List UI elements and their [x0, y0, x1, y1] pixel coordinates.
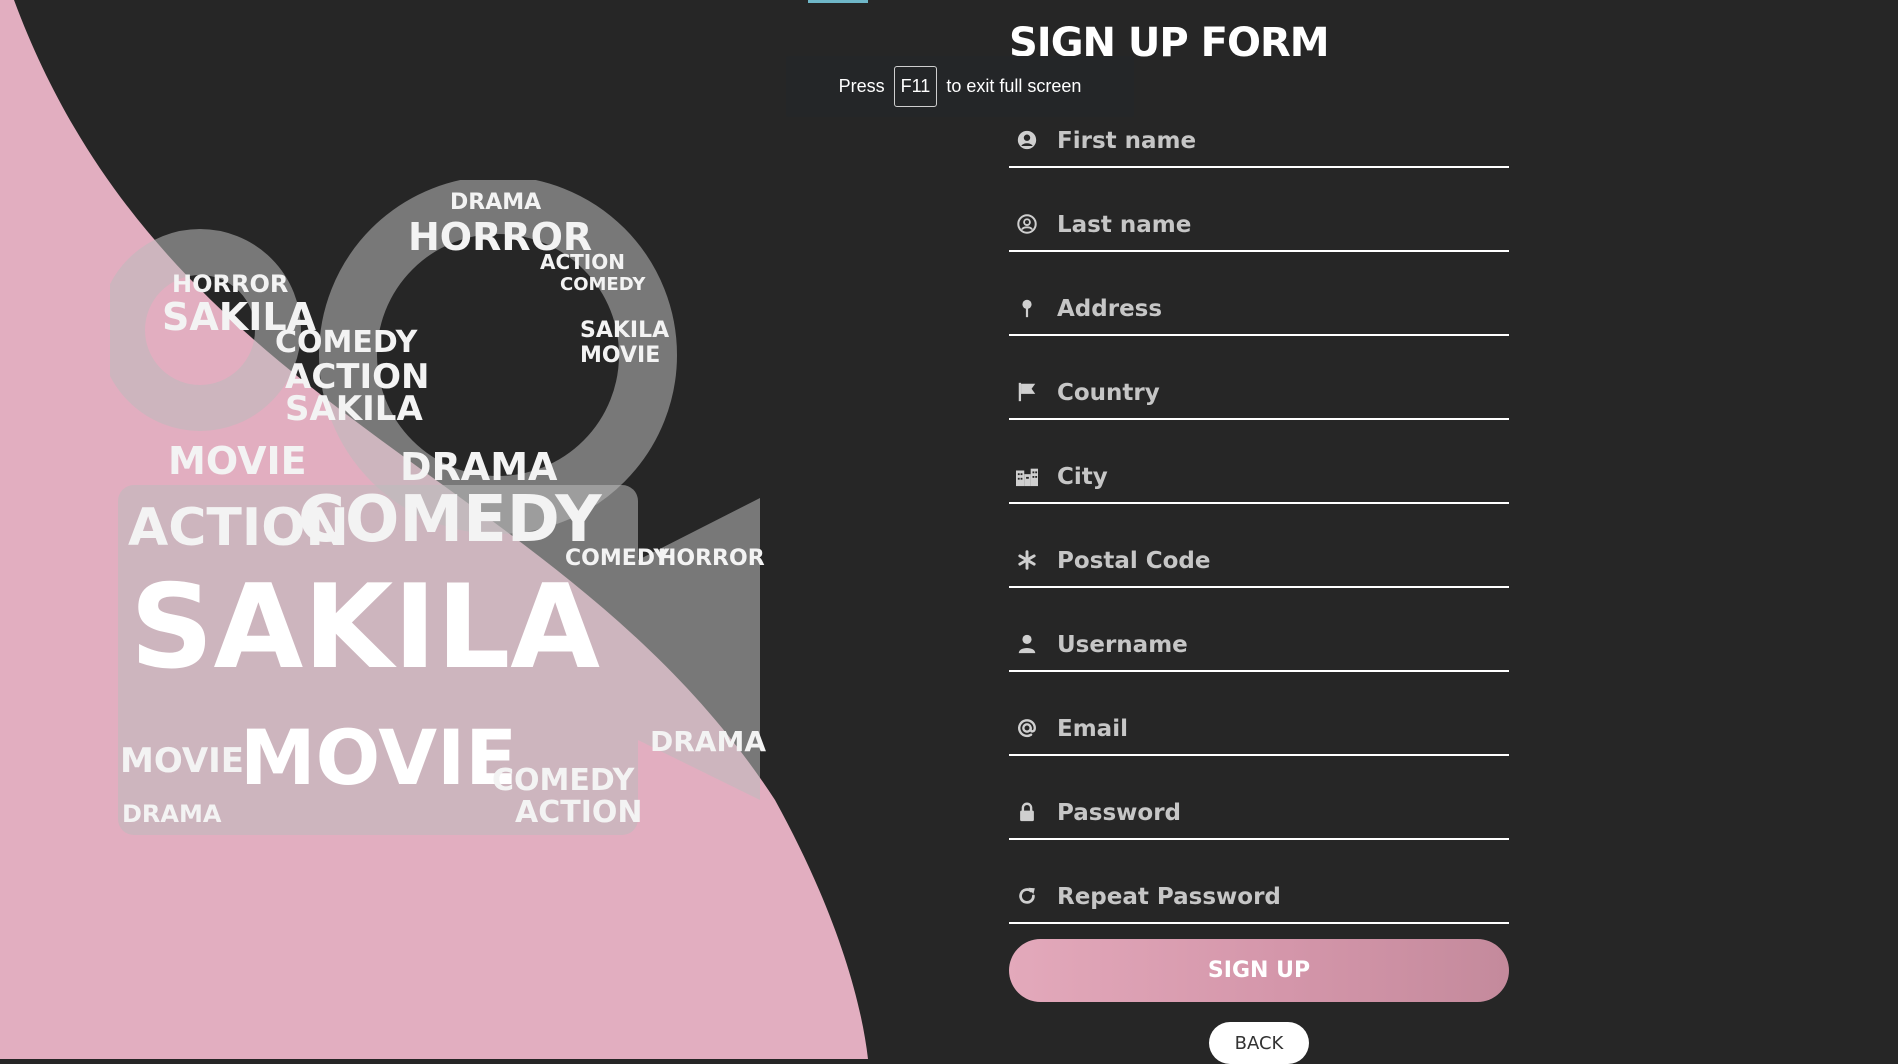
fullscreen-notice-prefix: Press — [838, 76, 885, 96]
city-field — [1009, 420, 1509, 504]
cloud-word: DRAMA — [122, 800, 222, 828]
lock-icon — [1015, 800, 1039, 824]
last-name-field — [1009, 168, 1509, 252]
username-input[interactable] — [1055, 628, 1499, 662]
repeat-password-field — [1009, 840, 1509, 924]
cloud-word: COMEDY — [560, 274, 646, 295]
user-icon — [1015, 632, 1039, 656]
email-input[interactable] — [1055, 712, 1499, 746]
user-circle-outline-icon — [1015, 212, 1039, 236]
fullscreen-notice: Press F11 to exit full screen — [786, 56, 1134, 117]
cloud-word: ACTION — [515, 795, 643, 830]
address-input[interactable] — [1055, 292, 1499, 326]
fullscreen-notice-suffix: to exit full screen — [946, 76, 1082, 96]
repeat-password-input[interactable] — [1055, 880, 1499, 914]
city-icon — [1015, 464, 1039, 488]
country-field — [1009, 336, 1509, 420]
username-field — [1009, 588, 1509, 672]
first-name-input[interactable] — [1055, 124, 1499, 158]
cloud-word: MOVIE — [240, 713, 518, 802]
password-input[interactable] — [1055, 796, 1499, 830]
f11-key-badge: F11 — [893, 66, 938, 107]
cloud-word: COMEDY — [298, 483, 602, 557]
address-field — [1009, 252, 1509, 336]
at-icon — [1015, 716, 1039, 740]
country-input[interactable] — [1055, 376, 1499, 410]
cloud-word: HORROR — [658, 546, 765, 571]
email-field — [1009, 672, 1509, 756]
tab-indicator — [808, 0, 868, 3]
postal-code-input[interactable] — [1055, 544, 1499, 578]
cloud-word: MOVIE — [168, 439, 307, 483]
cloud-word: MOVIE — [580, 343, 661, 368]
asterisk-icon — [1015, 548, 1039, 572]
last-name-input[interactable] — [1055, 208, 1499, 242]
postal-code-field — [1009, 504, 1509, 588]
signup-button[interactable]: SIGN UP — [1009, 939, 1509, 1002]
flag-icon — [1015, 380, 1039, 404]
refresh-icon — [1015, 884, 1039, 908]
map-pin-icon — [1015, 296, 1039, 320]
cloud-word: DRAMA — [400, 445, 558, 489]
cloud-word: ACTION — [540, 250, 625, 274]
back-button[interactable]: BACK — [1209, 1022, 1309, 1064]
cloud-word: COMEDY — [492, 763, 635, 798]
cloud-word: SAKILA — [285, 389, 423, 429]
cloud-word: SAKILA — [580, 318, 670, 343]
user-circle-icon — [1015, 128, 1039, 152]
city-input[interactable] — [1055, 460, 1499, 494]
cloud-word: MOVIE — [120, 741, 245, 781]
cloud-word: DRAMA — [450, 190, 542, 215]
word-cloud-camera-illustration: HORROR SAKILA DRAMA HORROR ACTION COMEDY… — [110, 180, 770, 860]
cloud-word: COMEDY — [275, 325, 418, 360]
cloud-word: HORROR — [172, 270, 289, 298]
cloud-word: SAKILA — [130, 560, 601, 695]
cloud-word: DRAMA — [650, 725, 767, 758]
password-field — [1009, 756, 1509, 840]
